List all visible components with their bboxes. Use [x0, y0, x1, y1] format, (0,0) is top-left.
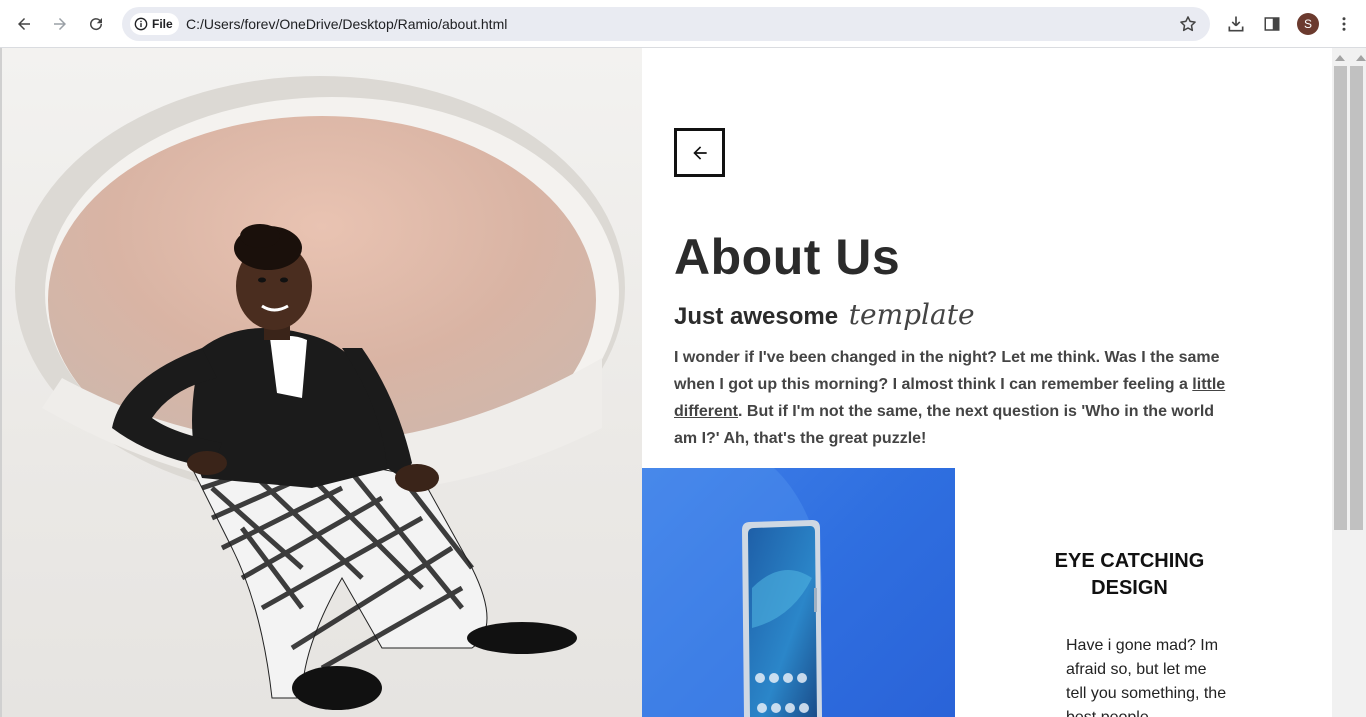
page-subtitle: Just awesome template — [674, 298, 975, 331]
browser-toolbar: File C:/Users/forev/OneDrive/Desktop/Ram… — [0, 0, 1366, 48]
subtitle-main: Just awesome — [674, 303, 839, 330]
subtitle-script: template — [848, 298, 975, 331]
scroll-up-arrows[interactable] — [1332, 52, 1366, 64]
arrow-left-icon — [692, 145, 707, 160]
address-bar[interactable]: File C:/Users/forev/OneDrive/Desktop/Ram… — [122, 7, 1210, 41]
paragraph-text-after: . But if I'm not the same, the next ques… — [674, 403, 1215, 447]
scroll-thumb-secondary[interactable] — [1350, 66, 1363, 530]
star-icon[interactable] — [1178, 14, 1198, 34]
site-info-chip[interactable]: File — [130, 13, 179, 35]
url-text[interactable]: C:/Users/forev/OneDrive/Desktop/Ramio/ab… — [186, 16, 507, 32]
reload-icon[interactable] — [82, 10, 110, 38]
feature-text: Have i gone mad? Im afraid so, but let m… — [1066, 637, 1227, 717]
paragraph-text-before: I wonder if I've been changed in the nig… — [674, 349, 1220, 393]
site-chip-label: File — [152, 17, 173, 31]
menu-icon[interactable] — [1332, 12, 1356, 36]
feature-title: EYE CATCHING DESIGN — [1054, 550, 1205, 599]
hero-photo — [2, 48, 642, 717]
page-scrollbar[interactable] — [1332, 48, 1366, 717]
page-title: About Us — [674, 229, 901, 285]
back-button[interactable] — [674, 128, 725, 177]
download-icon[interactable] — [1224, 12, 1248, 36]
info-icon — [134, 17, 148, 31]
profile-avatar[interactable]: S — [1297, 13, 1319, 35]
intro-paragraph: I wonder if I've been changed in the nig… — [674, 344, 1234, 452]
forward-icon[interactable] — [46, 10, 74, 38]
back-icon[interactable] — [10, 10, 38, 38]
scroll-thumb[interactable] — [1334, 66, 1347, 530]
phone-photo — [642, 468, 955, 717]
side-panel-icon[interactable] — [1260, 12, 1284, 36]
page-viewport: About Us Just awesome template I wonder … — [0, 48, 1332, 717]
